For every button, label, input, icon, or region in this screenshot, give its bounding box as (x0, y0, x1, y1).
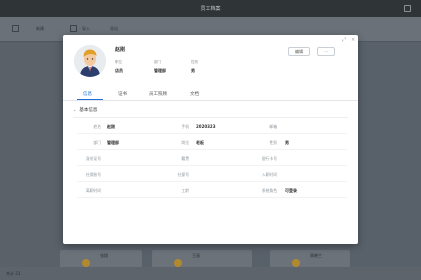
tab-certificates[interactable]: 证书 (118, 91, 127, 97)
field-value-system-role: 可登录 (285, 188, 297, 193)
gender-value: 男 (191, 68, 195, 73)
employee-card[interactable]: 张翔 (60, 250, 142, 268)
menu-icon[interactable] (12, 25, 19, 32)
employee-card-name: 张翔 (100, 253, 108, 258)
field-value-gender: 男 (285, 140, 289, 145)
tab-documents[interactable]: 文档 (190, 91, 199, 97)
field-label-phone: 手机 (181, 124, 189, 129)
tab-bar: 信息 证书 员工照顾 文档 (63, 89, 358, 101)
field-label-post: 岗位 (181, 140, 189, 145)
avatar (292, 259, 300, 267)
window-control-icon[interactable] (404, 5, 411, 12)
edit-button[interactable]: 编辑 (288, 47, 310, 56)
employee-detail-dialog: ⤢ × 赵刚 职位 店员 部门 管理部 性别 男 编辑 ··· 信息 证书 员工… (63, 35, 358, 244)
field-label-native-place: 籍贯 (181, 156, 189, 161)
field-label-hire-date: 入职时间 (261, 172, 277, 177)
employee-card-name: 周晓兰 (310, 253, 322, 258)
more-button[interactable]: ··· (317, 47, 335, 56)
field-value-post: 老板 (196, 140, 204, 145)
app-sidebar (0, 43, 62, 280)
avatar (174, 259, 182, 267)
expand-icon[interactable]: ⤢ (342, 38, 346, 43)
divider (77, 181, 347, 182)
field-label-social-number: 社保号 (177, 172, 189, 177)
toolbar-new[interactable]: 新建 (36, 26, 44, 32)
section-title: 基本信息 (79, 108, 98, 113)
employee-card[interactable]: 王丽 (152, 250, 252, 268)
position-value: 店员 (115, 68, 123, 73)
divider (77, 197, 347, 198)
divider (73, 117, 348, 118)
chevron-down-icon: ⌄ (73, 107, 77, 112)
field-label-leave-date: 离职时间 (85, 188, 101, 193)
position-label: 职位 (115, 60, 122, 64)
field-label-system-role: 系统角色 (261, 188, 277, 193)
employee-card-name: 王丽 (192, 253, 200, 258)
field-label-department: 部门 (93, 140, 101, 145)
employee-name: 赵刚 (115, 47, 126, 53)
avatar (82, 259, 90, 267)
status-bar: 共计 21 (0, 267, 421, 280)
divider (77, 165, 347, 166)
department-label: 部门 (154, 60, 161, 64)
gender-label: 性别 (191, 60, 198, 64)
field-label-name: 姓名 (93, 124, 101, 129)
close-icon[interactable]: × (351, 38, 355, 43)
divider (77, 149, 347, 150)
toolbar-import[interactable]: 导入 (82, 26, 90, 32)
tab-info[interactable]: 信息 (83, 91, 92, 97)
record-count: 共计 21 (6, 271, 21, 276)
window-titlebar: 员工档案 (0, 0, 421, 17)
checkbox-icon[interactable] (70, 25, 77, 32)
active-tab-indicator (77, 99, 103, 100)
window-title: 员工档案 (200, 6, 221, 12)
tab-employee-care[interactable]: 员工照顾 (149, 91, 167, 97)
person-icon (74, 45, 106, 77)
field-label-seniority: 工龄 (181, 188, 189, 193)
department-value: 管理部 (154, 68, 166, 73)
field-label-social-account: 社保账号 (85, 172, 101, 177)
field-value-name: 赵刚 (107, 124, 115, 129)
field-value-phone: 2020323 (196, 124, 216, 129)
field-label-email: 邮箱 (269, 124, 277, 129)
toolbar-export[interactable]: 导出 (110, 26, 118, 32)
field-label-id-number: 身份证号 (85, 156, 101, 161)
field-label-bank-card: 银行卡号 (261, 156, 277, 161)
avatar (74, 45, 106, 77)
section-basic-info[interactable]: ⌄ 基本信息 (73, 107, 97, 113)
field-label-gender: 性别 (269, 140, 277, 145)
employee-card[interactable]: 周晓兰 (270, 250, 350, 268)
field-value-department: 管理部 (107, 140, 119, 145)
divider (77, 133, 347, 134)
